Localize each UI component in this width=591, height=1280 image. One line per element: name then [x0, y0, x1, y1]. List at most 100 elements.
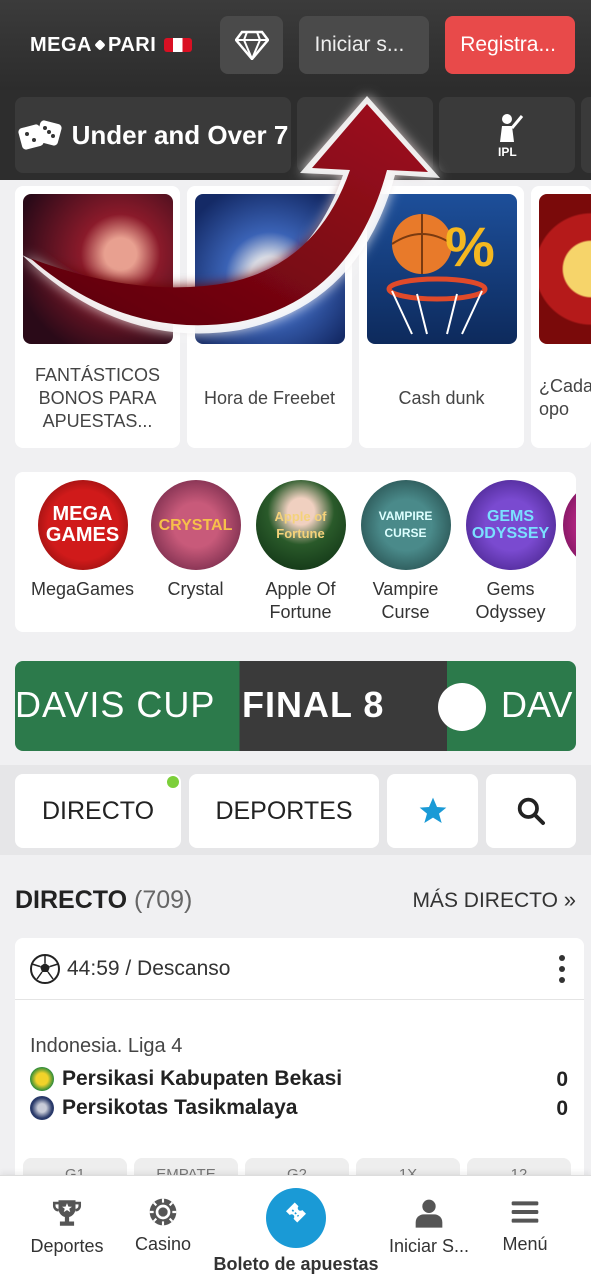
game-name: Crystal: [167, 579, 224, 599]
banner-text-right: DAV: [501, 684, 573, 725]
live-match-card[interactable]: 44:59 / Descanso Indonesia. Liga 4 Persi…: [15, 938, 584, 1188]
promo-card[interactable]: Hora de Freebet: [187, 186, 352, 448]
promo-image-freebet: [195, 194, 345, 344]
category-item-4[interactable]: [581, 97, 591, 173]
nav-label: Casino: [134, 1234, 192, 1254]
trophy-icon: [52, 1200, 82, 1226]
svg-text:%: %: [445, 215, 495, 278]
more-options-icon[interactable]: [558, 954, 566, 984]
nav-bet-slip[interactable]: Boleto de apuestas: [210, 1188, 382, 1275]
category-under-over-7[interactable]: Under and Over 7: [15, 97, 291, 173]
more-live-label: MÁS DIRECTO: [412, 889, 558, 912]
promo-card[interactable]: FANTÁSTICOS BONOS PARA APUESTAS...: [15, 186, 180, 448]
promo-label: FANTÁSTICOS BONOS PARA APUESTAS...: [34, 364, 160, 431]
live-indicator-dot: [167, 776, 179, 788]
promo-label: Hora de Freebet: [203, 387, 336, 408]
section-title: DIRECTO (709): [15, 886, 192, 915]
game-gems-odyssey[interactable]: GEMS ODYSSEY Gems Odyssey: [458, 480, 563, 624]
nav-label: Boleto de apuestas: [213, 1254, 379, 1274]
team-home: Persikasi Kabupaten Bekasi: [30, 1067, 342, 1091]
score-home: 0: [556, 1068, 568, 1091]
bottom-navigation: Deportes Casino Boleto de apuestas Inici…: [0, 1175, 591, 1280]
game-name: Gems Odyssey: [475, 579, 546, 622]
category-item-2[interactable]: [297, 97, 433, 173]
davis-cup-banner[interactable]: DAVIS CUP FINAL 8 DAV: [15, 661, 576, 751]
nav-menu[interactable]: Menú: [490, 1196, 560, 1255]
team-away: Persikotas Tasikmalaya: [30, 1096, 297, 1120]
nav-label: Iniciar S...: [388, 1236, 470, 1256]
peru-flag-icon: [164, 38, 193, 52]
casino-chip-icon: [149, 1198, 177, 1226]
game-name: Apple Of Fortune: [265, 579, 336, 622]
category-ipl[interactable]: IPL: [439, 97, 575, 173]
diamond-icon: [234, 30, 269, 60]
sports-tabs: DIRECTO DEPORTES: [0, 765, 591, 855]
match-time: 44:59 / Descanso: [67, 956, 231, 980]
game-icon-partial: [563, 480, 576, 570]
promo-label: Cash dunk: [398, 387, 485, 408]
nav-deportes[interactable]: Deportes: [22, 1196, 112, 1257]
promo-carousel: FANTÁSTICOS BONOS PARA APUESTAS... Hora …: [15, 186, 591, 448]
logo-text-mega: MEGA: [30, 33, 92, 56]
team-crest-icon: [30, 1067, 54, 1091]
nav-label: Deportes: [30, 1236, 104, 1256]
category-strip: Under and Over 7 IPL: [0, 90, 591, 180]
promo-label: ¿Cada tie opo: [539, 376, 591, 419]
tab-favorites[interactable]: [387, 774, 478, 848]
match-status-bar: 44:59 / Descanso: [15, 938, 584, 1000]
more-live-link[interactable]: MÁS DIRECTO »: [412, 887, 576, 913]
game-apple-of-fortune[interactable]: Apple of Fortune Apple Of Fortune: [248, 480, 353, 624]
tab-directo[interactable]: DIRECTO: [15, 774, 181, 848]
register-button[interactable]: Registra...: [445, 16, 576, 74]
promo-image-wheel: [539, 194, 591, 344]
ticket-icon: [286, 1202, 306, 1223]
live-section-header: DIRECTO (709) MÁS DIRECTO »: [15, 880, 576, 920]
logo-text-pari: PARI: [108, 33, 157, 56]
tab-deportes[interactable]: DEPORTES: [189, 774, 379, 848]
team-away-name: Persikotas Tasikmalaya: [62, 1096, 298, 1119]
svg-text:IPL: IPL: [498, 145, 517, 158]
game-vampire-curse[interactable]: VAMPIRE CURSE Vampire Curse: [353, 480, 458, 624]
user-icon: [415, 1199, 443, 1228]
promo-card[interactable]: ¿Cada tie opo: [531, 186, 591, 448]
banner-text-center: FINAL 8: [242, 684, 385, 725]
score-away: 0: [556, 1097, 568, 1120]
banner-text-left: DAVIS CUP: [15, 684, 216, 725]
star-icon: [419, 797, 446, 823]
dice-icon: [18, 120, 62, 150]
nav-login[interactable]: Iniciar S...: [380, 1196, 478, 1257]
nav-casino[interactable]: Casino: [120, 1196, 206, 1255]
game-icon-apple-of-fortune: Apple of Fortune: [255, 480, 346, 570]
league-name: Indonesia. Liga 4: [30, 1035, 183, 1057]
search-icon: [517, 797, 545, 825]
promo-image-bonus: [23, 194, 173, 344]
logo-dot: [94, 39, 106, 51]
team-home-name: Persikasi Kabupaten Bekasi: [62, 1067, 343, 1090]
game-icon-gems-odyssey: GEMS ODYSSEY: [465, 480, 556, 570]
tab-search[interactable]: [486, 774, 576, 848]
game-name: Vampire Curse: [372, 579, 439, 622]
game-icon-crystal: CRYSTAL: [150, 480, 241, 570]
davis-cup-logo-icon: [438, 683, 486, 731]
game-partial[interactable]: [563, 480, 576, 570]
game-crystal[interactable]: CRYSTAL Crystal: [143, 480, 248, 601]
login-button[interactable]: Iniciar s...: [299, 16, 430, 74]
game-icon-vampire-curse: VAMPIRE CURSE: [360, 480, 451, 570]
live-count: (709): [134, 885, 193, 914]
vip-diamond-button[interactable]: [219, 16, 284, 74]
team-crest-icon: [30, 1096, 54, 1120]
game-name: MegaGames: [30, 579, 135, 599]
nav-label: Menú: [502, 1234, 548, 1254]
hamburger-menu-icon: [511, 1201, 539, 1223]
game-megagames[interactable]: MEGA GAMES MegaGames: [30, 480, 135, 601]
game-icon-megagames: MEGA GAMES: [37, 480, 128, 570]
category-label: Under and Over 7: [71, 119, 289, 150]
casino-games-row: MEGA GAMES MegaGames CRYSTAL Crystal App…: [15, 472, 576, 632]
bet-slip-button[interactable]: [266, 1188, 326, 1248]
megapari-logo[interactable]: MEGA PARI: [30, 34, 220, 57]
promo-card[interactable]: % Cash dunk: [359, 186, 524, 448]
top-header: MEGA PARI Iniciar s... Registra...: [0, 0, 591, 90]
soccer-ball-icon: [30, 953, 60, 984]
promo-image-cash-dunk: %: [367, 194, 517, 344]
cricket-ipl-icon: IPL: [498, 114, 524, 158]
